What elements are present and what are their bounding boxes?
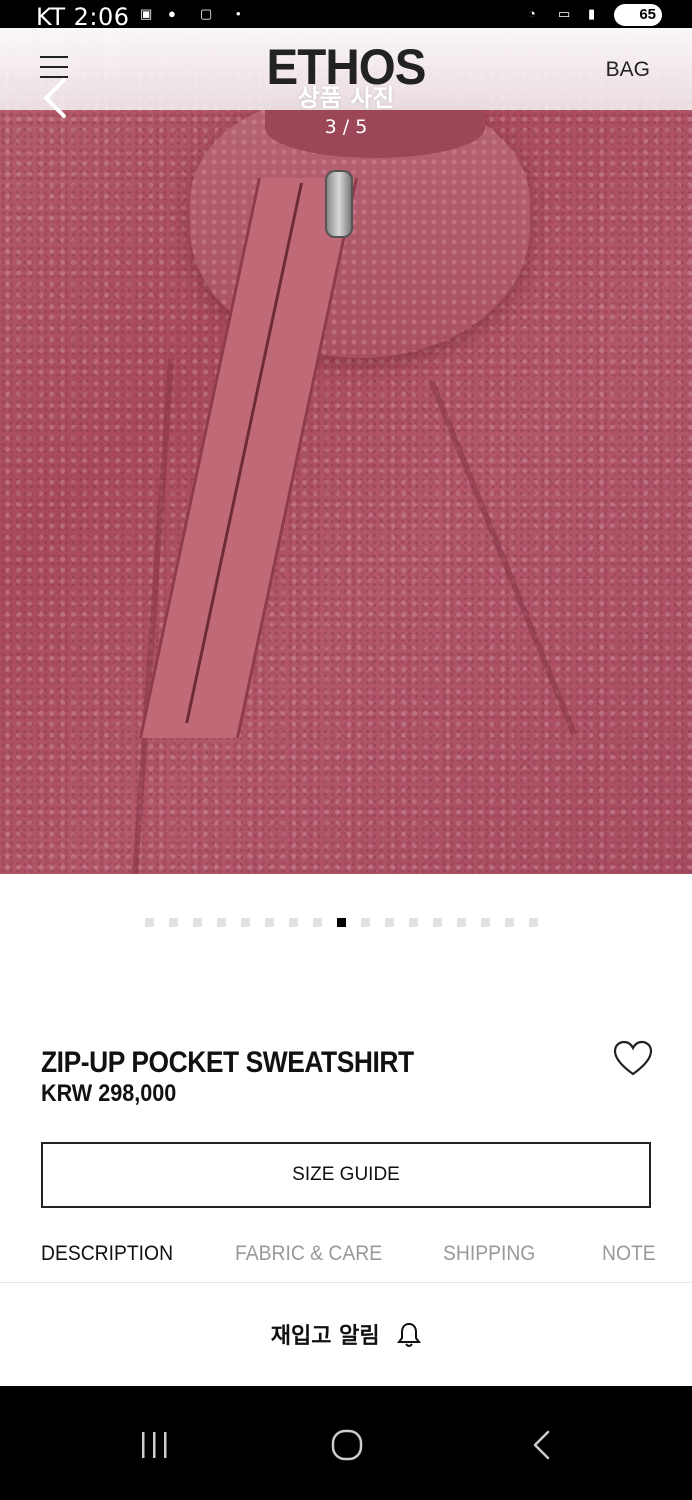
product-photo[interactable] [0,28,692,874]
carousel-dot[interactable] [289,918,298,927]
carousel-dot[interactable] [361,918,370,927]
product-details: ZIP-UP POCKET SWEATSHIRT KRW 298,000 SIZ… [0,874,692,1386]
kt-icon: ▢ [200,6,213,21]
carousel-dot[interactable] [529,918,538,927]
hd-icon: ▭ [558,6,571,21]
signal-icon: ▮ [588,6,596,21]
tab-fabric-care[interactable]: FABRIC & CARE [235,1242,382,1266]
product-title: ZIP-UP POCKET SWEATSHIRT [41,1046,414,1079]
carousel-dot[interactable] [433,918,442,927]
battery-indicator: 65 [614,4,662,26]
bell-icon [397,1322,422,1348]
carousel-dot[interactable] [481,918,490,927]
carousel-dot[interactable] [193,918,202,927]
carousel-dots [145,918,553,927]
tab-shipping[interactable]: SHIPPING [443,1242,535,1266]
recent-apps-icon[interactable] [130,1426,180,1466]
talk-icon: ● [168,6,176,21]
carousel-dot[interactable] [457,918,466,927]
status-bar: KT 2:06 ▣ ● ▢ • ◔ ▭ ▮ 65 [0,0,692,31]
carousel-dot[interactable] [313,918,322,927]
heart-icon[interactable] [613,1040,653,1078]
system-nav-bar [0,1386,692,1500]
detail-tabs: DESCRIPTION FABRIC & CARE SHIPPING NOTE [0,1242,692,1282]
restock-alert-button[interactable]: 재입고 알림 [0,1318,692,1350]
tab-note[interactable]: NOTE [602,1242,656,1266]
carousel-dot[interactable] [385,918,394,927]
carousel-dot-active[interactable] [337,918,346,927]
photo-zip-placket [138,178,358,738]
photo-zip-pull [325,170,353,238]
carousel-dot[interactable] [505,918,514,927]
carousel-dot[interactable] [409,918,418,927]
wifi-icon: ◔ [528,6,536,21]
dot-icon: • [236,6,241,21]
restock-label: 재입고 알림 [270,1324,380,1349]
product-price: KRW 298,000 [41,1080,177,1107]
photo-seam [429,380,577,736]
tab-divider [0,1282,692,1283]
screenshot-icon: ▣ [140,6,153,21]
carousel-dot[interactable] [265,918,274,927]
tab-description[interactable]: DESCRIPTION [41,1242,173,1266]
home-icon[interactable] [322,1426,372,1466]
carousel-dot[interactable] [241,918,250,927]
image-counter: 3 / 5 [324,116,368,138]
status-time: KT 2:06 [36,3,130,31]
size-guide-button[interactable]: SIZE GUIDE [41,1142,651,1208]
carousel-dot[interactable] [169,918,178,927]
carousel-dot[interactable] [217,918,226,927]
back-nav-icon[interactable] [518,1426,568,1466]
image-viewer-header: 상품 사진 3 / 5 [0,28,692,148]
carousel-dot[interactable] [145,918,154,927]
viewer-title: 상품 사진 [297,84,395,112]
